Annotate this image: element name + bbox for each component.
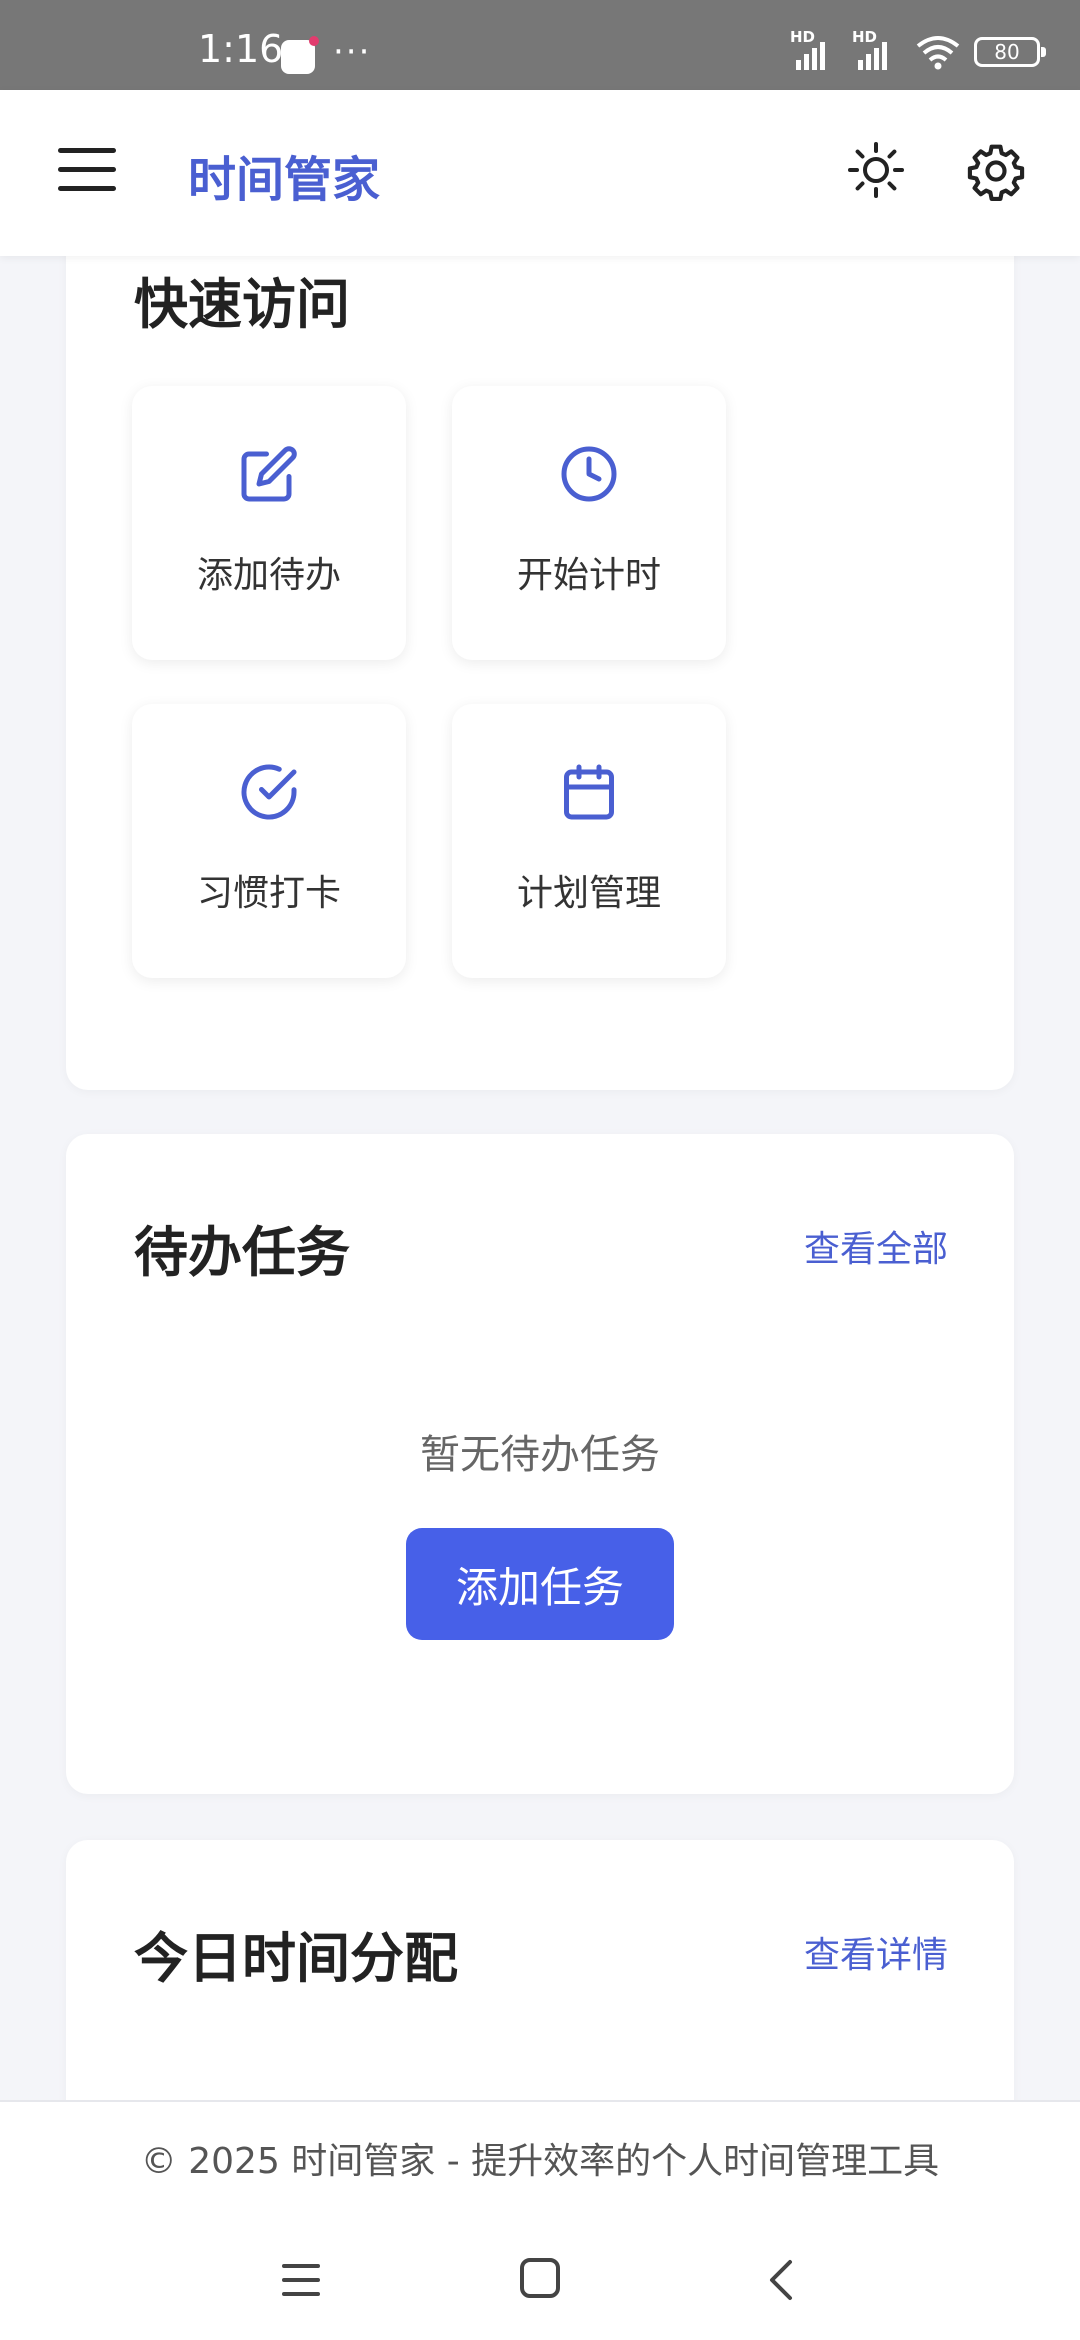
- quick-tile-label: 开始计时: [516, 555, 661, 596]
- quick-plan-management-button[interactable]: 计划管理: [452, 704, 726, 978]
- quick-start-timer-button[interactable]: 开始计时: [452, 386, 726, 660]
- view-all-link[interactable]: 查看全部: [804, 1220, 948, 1272]
- todo-card: 待办任务 查看全部 暂无待办任务 添加任务: [66, 1134, 1014, 1794]
- status-icons: HD HD 80: [790, 28, 1046, 72]
- app-bar: 时间管家: [0, 90, 1080, 256]
- quick-habit-checkin-button[interactable]: 习惯打卡: [132, 704, 406, 978]
- back-icon[interactable]: [762, 2256, 802, 2304]
- app-title: 时间管家: [188, 152, 381, 208]
- battery-level: 80: [994, 40, 1020, 64]
- quick-add-todo-button[interactable]: 添加待办: [132, 386, 406, 660]
- time-distribution-title: 今日时间分配: [134, 1927, 458, 1990]
- view-details-link[interactable]: 查看详情: [804, 1926, 948, 1978]
- more-notifications-indicator: ···: [333, 32, 372, 72]
- signal-icon: HD: [790, 28, 840, 72]
- quick-access-card: 快速访问 添加待办 开始计时 习惯打卡 计划管理: [66, 200, 1014, 1090]
- quick-tile-label: 习惯打卡: [196, 873, 341, 914]
- menu-icon[interactable]: [58, 148, 116, 194]
- signal-icon: HD: [852, 28, 902, 72]
- sun-icon[interactable]: [846, 140, 906, 200]
- status-bar: 1:16 ··· HD HD 80: [0, 0, 1080, 90]
- edit-icon: [241, 446, 297, 502]
- check-circle-icon: [241, 764, 297, 820]
- calendar-icon: [564, 764, 614, 820]
- status-time: 1:16: [198, 27, 284, 71]
- footer: © 2025 时间管家 - 提升效率的个人时间管理工具: [0, 2100, 1080, 2340]
- empty-todo-text: 暂无待办任务: [420, 1432, 660, 1478]
- gear-icon[interactable]: [965, 140, 1027, 202]
- clock-icon: [561, 446, 617, 502]
- recent-apps-icon[interactable]: [282, 2264, 320, 2306]
- system-nav-bar: [0, 2252, 1080, 2312]
- todo-title: 待办任务: [134, 1221, 350, 1284]
- quick-tile-label: 添加待办: [196, 555, 341, 596]
- app-notification-icon: [281, 36, 319, 74]
- wifi-icon: [916, 36, 960, 70]
- quick-access-title: 快速访问: [134, 273, 350, 336]
- battery-icon: 80: [974, 37, 1046, 67]
- quick-tile-label: 计划管理: [516, 873, 661, 914]
- add-task-button[interactable]: 添加任务: [406, 1528, 674, 1640]
- home-icon[interactable]: [520, 2258, 560, 2298]
- footer-copyright: © 2025 时间管家 - 提升效率的个人时间管理工具: [140, 2141, 940, 2182]
